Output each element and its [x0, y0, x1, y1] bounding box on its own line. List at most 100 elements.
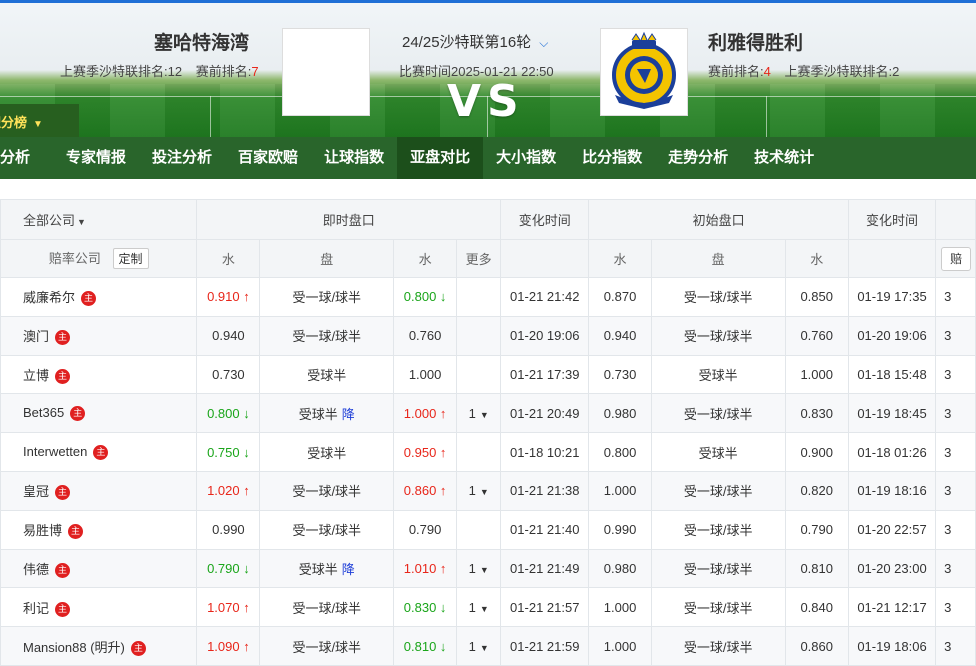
company-cell[interactable]: 威廉希尔主 [0, 277, 198, 317]
nav-tab[interactable]: 技术统计 [741, 137, 827, 179]
live-away-water[interactable]: 0.830 ↓ [393, 587, 458, 628]
live-home-water[interactable]: 1.090 ↑ [196, 626, 261, 666]
away-team-logo[interactable] [600, 28, 688, 116]
live-handicap[interactable]: 受一球/球半 [259, 587, 395, 628]
caret-down-icon[interactable]: ▼ [480, 643, 489, 653]
live-handicap[interactable]: 受球半 [259, 354, 395, 395]
home-team-name[interactable]: 塞哈特海湾 [154, 28, 249, 55]
live-handicap[interactable]: 受一球/球半 [259, 509, 395, 550]
table-row[interactable]: 皇冠主 1.020 ↑ 受一球/球半 0.860 ↑ 1 ▼ 01-21 21:38 1.00… [0, 470, 976, 511]
company-cell[interactable]: Interwetten 主 [0, 432, 198, 472]
more-cell[interactable] [456, 432, 502, 472]
caret-down-icon[interactable]: ▼ [480, 487, 489, 497]
more-count[interactable]: 1 [469, 561, 476, 576]
live-home-water[interactable]: 0.990 [196, 509, 261, 550]
company-name[interactable]: 皇冠 [23, 484, 49, 499]
live-handicap[interactable]: 受一球/球半 [259, 277, 395, 317]
table-row[interactable]: Bet365 主 0.800 ↓ 受球半降 1.000 ↑ 1 ▼ 01-21 20:49 0.… [0, 393, 976, 434]
company-cell[interactable]: Mansion88 (明升) 主 [0, 626, 198, 666]
live-handicap[interactable]: 受一球/球半 [259, 626, 395, 666]
init-away-water: 0.820 [784, 470, 849, 511]
live-home-water[interactable]: 0.790 ↓ [196, 548, 261, 589]
nav-tab[interactable]: 亚盘对比 [397, 137, 484, 179]
company-cell[interactable]: 澳门主 [0, 315, 198, 356]
table-row[interactable]: Interwetten 主 0.750 ↓ 受球半 0.950 ↑ 01-18 10:21… [0, 432, 976, 472]
more-cell[interactable]: 1 ▼ [456, 548, 502, 589]
caret-down-icon[interactable]: ▼ [480, 604, 489, 614]
home-team-logo[interactable] [282, 28, 370, 116]
live-home-water[interactable]: 0.800 ↓ [196, 393, 261, 434]
company-name[interactable]: 利记 [23, 601, 49, 616]
live-handicap[interactable]: 受球半 [259, 432, 395, 472]
more-count[interactable]: 1 [469, 639, 476, 654]
table-row[interactable]: 利记主 1.070 ↑ 受一球/球半 0.830 ↓ 1 ▼ 01-21 21:57 1.00… [0, 587, 976, 628]
more-count[interactable]: 1 [469, 483, 476, 498]
live-away-water[interactable]: 0.950 ↑ [393, 432, 458, 472]
more-cell[interactable]: 1 ▼ [456, 393, 502, 434]
match-round-selector[interactable]: 24/25沙特联第16轮 ⌵ [402, 31, 548, 52]
live-away-water[interactable]: 0.810 ↓ [393, 626, 458, 666]
live-handicap[interactable]: 受一球/球半 [259, 315, 395, 356]
live-home-water[interactable]: 1.070 ↑ [196, 587, 261, 628]
company-name[interactable]: 易胜博 [23, 523, 62, 538]
live-home-water[interactable]: 0.910 ↑ [196, 277, 261, 317]
more-cell[interactable]: 1 ▼ [456, 587, 502, 628]
live-handicap[interactable]: 受球半降 [259, 393, 395, 434]
live-away-water[interactable]: 1.010 ↑ [393, 548, 458, 589]
live-home-water[interactable]: 0.940 [196, 315, 261, 356]
nav-tab[interactable]: 专家情报 [56, 137, 139, 179]
more-cell[interactable] [456, 354, 502, 395]
live-handicap[interactable]: 受一球/球半 [259, 470, 395, 511]
company-name[interactable]: Interwetten [23, 444, 87, 459]
table-row[interactable]: 澳门主 0.940 受一球/球半 0.760 01-20 19:06 0.940 受一球/球… [0, 315, 976, 356]
company-cell[interactable]: 立博主 [0, 354, 198, 395]
live-away-water[interactable]: 1.000 ↑ [393, 393, 458, 434]
nav-tab[interactable]: 比分指数 [569, 137, 655, 179]
table-row[interactable]: 立博主 0.730 受球半 1.000 01-21 17:39 0.730 受球半 1.000… [0, 354, 976, 395]
more-count[interactable]: 1 [469, 406, 476, 421]
live-home-water[interactable]: 1.020 ↑ [196, 470, 261, 511]
live-away-water[interactable]: 0.790 [393, 509, 458, 550]
table-row[interactable]: Mansion88 (明升) 主 1.090 ↑ 受一球/球半 0.810 ↓ 1 ▼ 01-… [0, 626, 976, 666]
table-row[interactable]: 易胜博主 0.990 受一球/球半 0.790 01-21 21:40 0.990 受一球/… [0, 509, 976, 550]
company-name[interactable]: 伟德 [23, 562, 49, 577]
company-cell[interactable]: 皇冠主 [0, 470, 198, 511]
company-name[interactable]: 立博 [23, 368, 49, 383]
company-cell[interactable]: 易胜博主 [0, 509, 198, 550]
live-away-water[interactable]: 0.800 ↓ [393, 277, 458, 317]
all-companies-filter[interactable]: 全部公司 ▼ [0, 199, 198, 240]
live-home-water[interactable]: 0.730 [196, 354, 261, 395]
nav-tab[interactable]: 大小指数 [483, 137, 569, 179]
more-count[interactable]: 1 [469, 600, 476, 615]
more-cell[interactable]: 1 ▼ [456, 626, 502, 666]
table-row[interactable]: 伟德主 0.790 ↓ 受球半降 1.010 ↑ 1 ▼ 01-21 21:49 0.980 受… [0, 548, 976, 589]
more-cell[interactable] [456, 277, 502, 317]
company-cell[interactable]: 利记主 [0, 587, 198, 628]
company-name[interactable]: 澳门 [23, 329, 49, 344]
company-cell[interactable]: 伟德主 [0, 548, 198, 589]
company-name[interactable]: Mansion88 (明升) [23, 640, 125, 655]
live-away-water[interactable]: 1.000 [393, 354, 458, 395]
live-handicap[interactable]: 受球半降 [259, 548, 395, 589]
cut-column-input[interactable]: 赔 [941, 246, 972, 271]
nav-tab[interactable]: 分析 [0, 137, 56, 179]
company-name[interactable]: Bet365 [23, 405, 64, 420]
more-cell[interactable] [456, 509, 502, 550]
caret-down-icon[interactable]: ▼ [480, 410, 489, 420]
caret-down-icon[interactable]: ▼ [480, 565, 489, 575]
company-name[interactable]: 威廉希尔 [23, 290, 75, 305]
nav-tab[interactable]: 让球指数 [311, 137, 397, 179]
away-team-name[interactable]: 利雅得胜利 [708, 28, 803, 55]
live-home-water[interactable]: 0.750 ↓ [196, 432, 261, 472]
customize-button[interactable]: 定制 [112, 248, 149, 269]
company-cell[interactable]: Bet365 主 [0, 393, 198, 434]
nav-tab[interactable]: 投注分析 [139, 137, 225, 179]
more-cell[interactable]: 1 ▼ [456, 470, 502, 511]
more-cell[interactable] [456, 315, 502, 356]
nav-tab[interactable]: 走势分析 [655, 137, 741, 179]
table-row[interactable]: 威廉希尔主 0.910 ↑ 受一球/球半 0.800 ↓ 01-21 21:42 0.87… [0, 277, 976, 317]
live-away-water[interactable]: 0.760 [393, 315, 458, 356]
live-away-water[interactable]: 0.860 ↑ [393, 470, 458, 511]
nav-tab[interactable]: 百家欧赔 [225, 137, 311, 179]
points-table-toggle[interactable]: 积分榜 ▼ [0, 104, 79, 137]
